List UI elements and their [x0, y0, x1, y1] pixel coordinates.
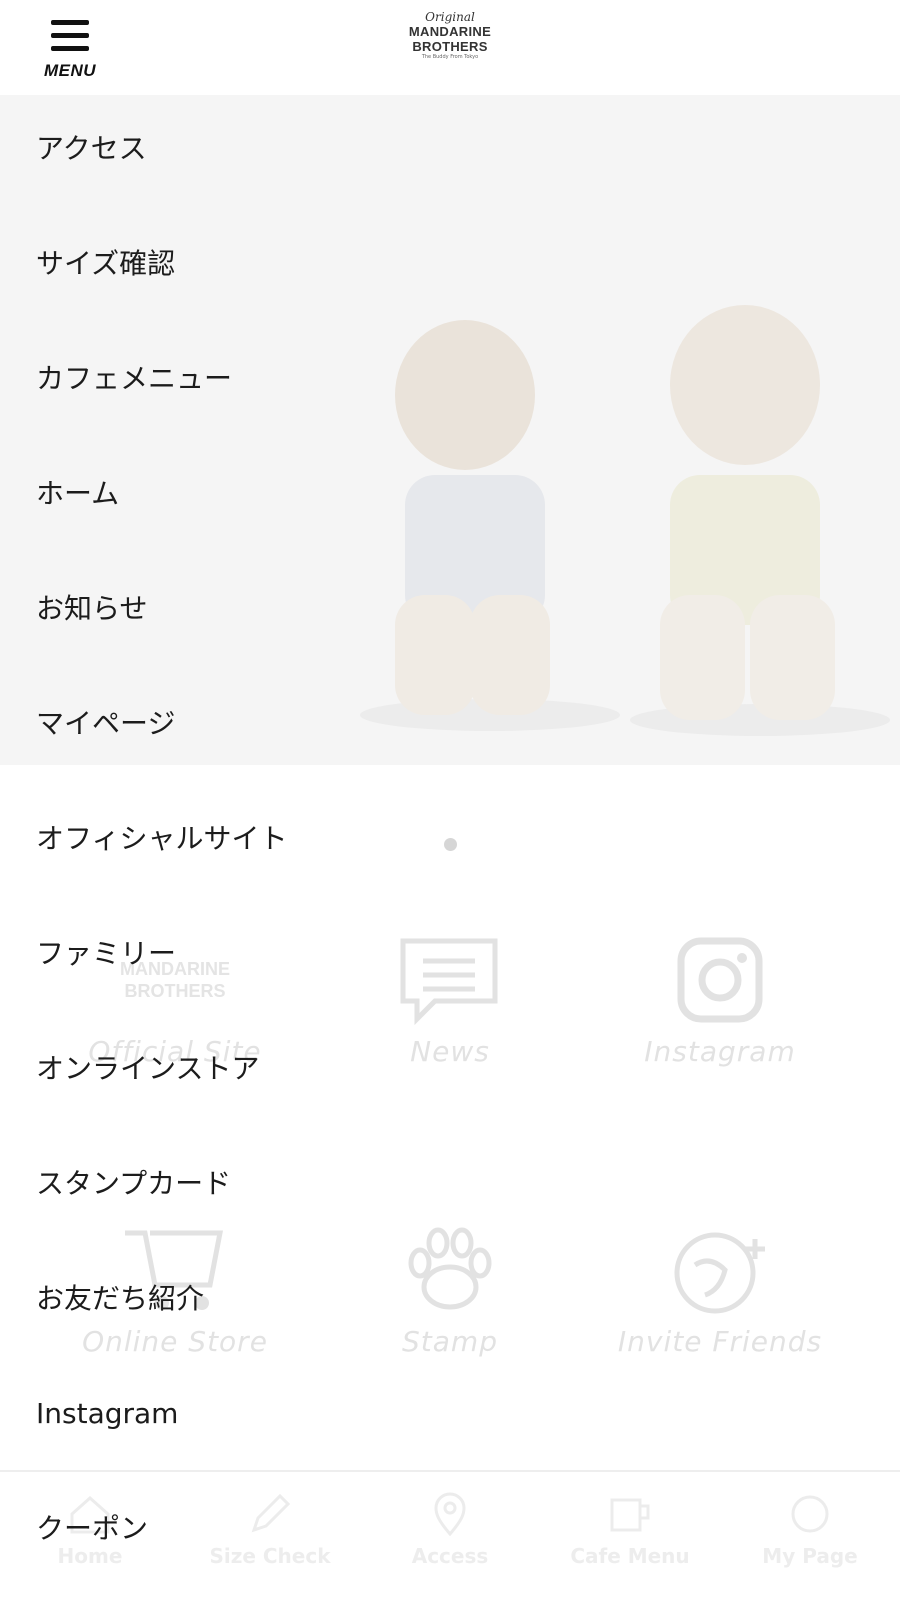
- logo-line1: MANDARINE: [408, 24, 492, 39]
- menu-item-label: スタンプカード: [36, 1167, 232, 1200]
- menu-item-label: サイズ確認: [36, 247, 176, 280]
- menu-item-label: マイページ: [36, 707, 176, 740]
- brand-logo[interactable]: Original MANDARINE BROTHERS The Buddy Fr…: [395, 10, 505, 86]
- menu-item-label: お知らせ: [36, 592, 148, 625]
- hamburger-icon-bar: [51, 46, 89, 51]
- menu-item-invite-friends[interactable]: お友だち紹介: [0, 1245, 900, 1360]
- hamburger-icon-bar: [51, 33, 89, 38]
- menu-item-instagram[interactable]: Instagram: [0, 1360, 900, 1475]
- menu-item-label: Instagram: [36, 1397, 179, 1430]
- menu-item-label: オフィシャルサイト: [36, 822, 288, 855]
- logo-line2: BROTHERS: [412, 39, 488, 54]
- menu-item-coupon[interactable]: クーポン: [0, 1475, 900, 1590]
- menu-item-family[interactable]: ファミリー: [0, 900, 900, 1015]
- menu-item-size-check[interactable]: サイズ確認: [0, 210, 900, 325]
- menu-item-stamp-card[interactable]: スタンプカード: [0, 1130, 900, 1245]
- hamburger-icon: [51, 20, 89, 25]
- menu-label: MENU: [43, 61, 97, 80]
- logo-script: Original: [425, 10, 475, 24]
- menu-item-label: アクセス: [36, 132, 147, 165]
- menu-item-label: お友だち紹介: [36, 1282, 205, 1315]
- menu-item-label: ファミリー: [36, 937, 177, 970]
- menu-item-label: ホーム: [36, 477, 120, 510]
- menu-item-label: オンラインストア: [36, 1052, 260, 1085]
- menu-item-online-store[interactable]: オンラインストア: [0, 1015, 900, 1130]
- side-menu: アクセス サイズ確認 カフェメニュー ホーム お知らせ マイページ オフィシャル…: [0, 95, 900, 1590]
- logo-tagline: The Buddy From Tokyo: [421, 54, 479, 60]
- menu-item-access[interactable]: アクセス: [0, 95, 900, 210]
- menu-item-cafe-menu[interactable]: カフェメニュー: [0, 325, 900, 440]
- menu-item-my-page[interactable]: マイページ: [0, 670, 900, 785]
- menu-button[interactable]: MENU: [40, 16, 100, 86]
- menu-item-news[interactable]: お知らせ: [0, 555, 900, 670]
- app-header: MENU Original MANDARINE BROTHERS The Bud…: [0, 0, 900, 95]
- menu-item-home[interactable]: ホーム: [0, 440, 900, 555]
- menu-item-label: カフェメニュー: [36, 362, 233, 395]
- menu-item-label: クーポン: [36, 1512, 149, 1545]
- menu-item-official-site[interactable]: オフィシャルサイト: [0, 785, 900, 900]
